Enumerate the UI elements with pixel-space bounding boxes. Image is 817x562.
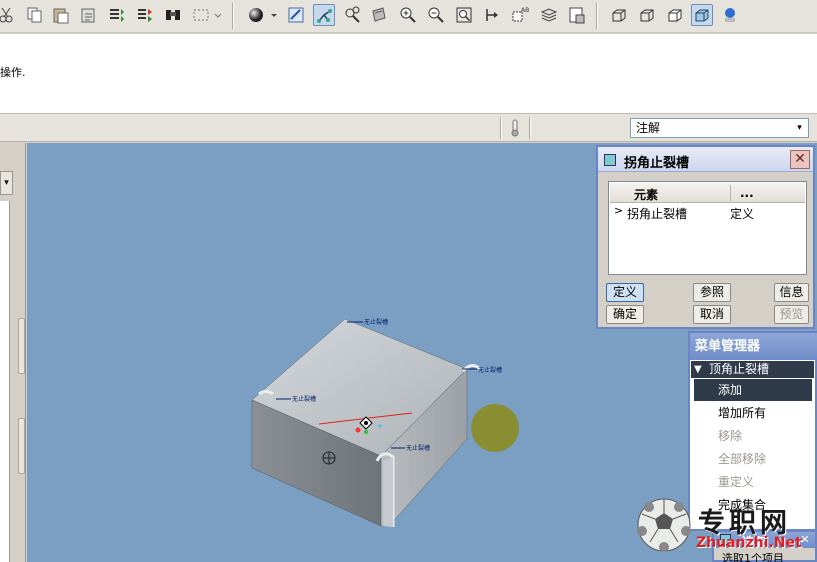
column-separator <box>730 185 731 201</box>
svg-text:AB: AB <box>521 7 529 14</box>
menu-item-add[interactable]: 添加 <box>694 379 812 401</box>
wireframe-icon[interactable] <box>608 4 630 26</box>
submenu-label: 顶角止裂槽 <box>709 362 770 376</box>
scissors-icon[interactable] <box>0 4 18 26</box>
cancel-button[interactable]: 取消 <box>693 305 731 324</box>
table-row[interactable]: 拐角止裂槽 <box>627 205 687 222</box>
define-button[interactable]: 定义 <box>606 283 644 302</box>
submenu-header[interactable]: ▼ 顶角止裂槽 <box>691 361 814 378</box>
repaint-icon[interactable] <box>285 4 307 26</box>
selection-filter-select[interactable]: 注解 ▾ <box>630 118 809 138</box>
menu-manager: 菜单管理器 ▼ 顶角止裂槽 添加 增加所有 移除 全部移除 重定义 完成集合 <box>688 331 817 531</box>
left-navigator-panel: ▾ <box>0 143 26 562</box>
shaded-icon[interactable] <box>691 4 713 26</box>
relief-label-right: 无止裂槽 <box>478 366 502 374</box>
chevron-down-icon[interactable]: ▾ <box>793 121 806 135</box>
selection-dialog-titlebar[interactable]: 选取 ✕ <box>714 532 815 549</box>
thermometer-icon <box>511 119 519 137</box>
datum-plane-icon[interactable] <box>481 4 503 26</box>
column-header-info: ... <box>740 186 754 200</box>
close-button[interactable]: ✕ <box>790 150 810 169</box>
menu-item-done-set[interactable]: 完成集合 <box>694 494 812 516</box>
zoom-in-icon[interactable] <box>397 4 419 26</box>
paste-special-icon[interactable] <box>78 4 100 26</box>
status-bar: 注解 ▾ <box>0 114 817 142</box>
menu-item-remove-all[interactable]: 全部移除 <box>694 448 812 470</box>
copy-icon[interactable] <box>24 4 46 26</box>
no-hidden-icon[interactable] <box>664 4 686 26</box>
zoom-out-icon[interactable] <box>425 4 447 26</box>
status-separator <box>529 117 531 139</box>
dialog-titlebar[interactable]: 拐角止裂槽 ✕ <box>598 147 813 172</box>
navigator-dropdown[interactable]: ▾ <box>0 171 13 195</box>
saved-views-icon[interactable] <box>368 4 390 26</box>
status-separator <box>500 117 502 139</box>
spin-center-icon[interactable] <box>313 4 335 26</box>
menu-manager-title[interactable]: 菜单管理器 <box>690 333 817 360</box>
front-flange <box>383 457 393 527</box>
message-area: 操作. <box>0 34 817 114</box>
axis-dot-x <box>355 427 361 433</box>
hidden-line-icon[interactable] <box>636 4 658 26</box>
dialog-icon <box>720 534 731 545</box>
panel-sash-handle[interactable] <box>18 418 25 474</box>
regen-manager-icon[interactable] <box>134 4 156 26</box>
column-header-element: 元素 <box>634 188 659 202</box>
menu-item-redefine[interactable]: 重定义 <box>694 471 812 493</box>
preview-button[interactable]: 预览 <box>774 305 809 324</box>
annotation-icon[interactable]: AB <box>509 4 531 26</box>
navigator-tree[interactable] <box>0 201 10 562</box>
menu-item-add-all[interactable]: 增加所有 <box>694 402 812 424</box>
ok-button[interactable]: 确定 <box>606 305 644 324</box>
model-player-icon[interactable] <box>719 4 741 26</box>
chevron-down-icon[interactable] <box>268 4 280 26</box>
element-table: 元素 ... > 拐角止裂槽 定义 <box>608 181 807 275</box>
relief-label-top: 无止裂槽 <box>364 318 388 326</box>
find-icon[interactable] <box>162 4 184 26</box>
panel-sash-handle[interactable] <box>18 318 25 374</box>
relief-label-front: 无止裂槽 <box>406 444 430 452</box>
chevron-down-icon[interactable] <box>212 4 224 26</box>
selection-dialog: 选取 ✕ 选取1个项目 <box>712 530 817 562</box>
csys-center <box>364 421 368 425</box>
shading-icon[interactable] <box>245 4 267 26</box>
regenerate-icon[interactable] <box>106 4 128 26</box>
menu-item-remove[interactable]: 移除 <box>694 425 812 447</box>
message-text: 操作. <box>0 66 26 79</box>
select-box-icon[interactable] <box>190 4 212 26</box>
toolbar-separator <box>232 3 234 29</box>
refit-icon[interactable] <box>453 4 475 26</box>
orient-icon[interactable] <box>341 4 363 26</box>
dialog-icon <box>604 154 616 166</box>
axis-dot-y <box>364 430 368 434</box>
filter-value: 注解 <box>636 121 661 135</box>
table-header: 元素 ... <box>610 183 805 203</box>
model-tree-icon[interactable] <box>566 4 588 26</box>
dialog-title: 拐角止裂槽 <box>624 156 690 171</box>
chevron-right-icon[interactable]: > <box>614 204 623 217</box>
paste-icon[interactable] <box>50 4 72 26</box>
corner-relief-dialog: 拐角止裂槽 ✕ 元素 ... > 拐角止裂槽 定义 定义 参照 信息 确定 取消… <box>596 145 815 329</box>
toolbar-separator <box>596 3 598 29</box>
axis-dot-z <box>378 424 382 428</box>
row-status: 定义 <box>730 207 755 221</box>
triangle-down-icon: ▼ <box>694 364 702 375</box>
main-toolbar: AB <box>0 0 817 33</box>
info-button[interactable]: 信息 <box>774 283 809 302</box>
relief-label-left: 无止裂槽 <box>292 395 316 403</box>
corner-relief-preview <box>471 404 519 452</box>
close-icon[interactable]: ✕ <box>798 533 812 547</box>
selection-count: 选取1个项目 <box>722 552 784 562</box>
layers-icon[interactable] <box>538 4 560 26</box>
refs-button[interactable]: 参照 <box>693 283 731 302</box>
selection-dialog-title: 选取 <box>742 535 767 549</box>
